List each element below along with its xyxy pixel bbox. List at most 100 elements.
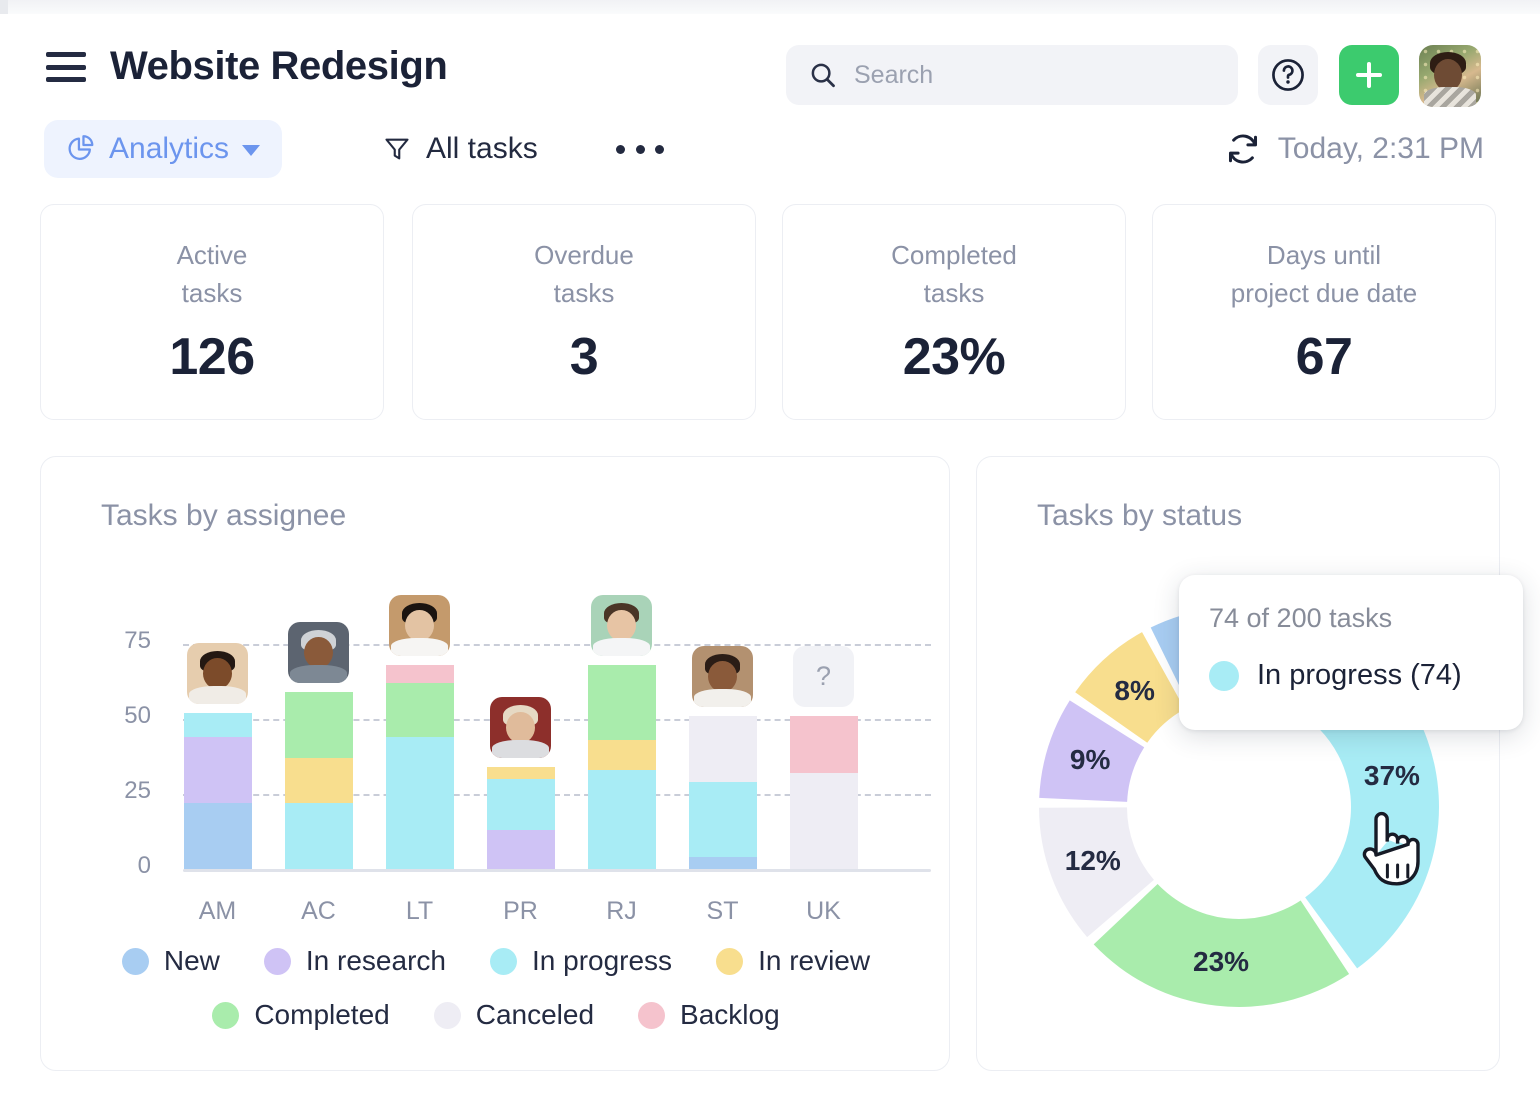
stat-value: 126 bbox=[169, 327, 255, 386]
assignee-avatar[interactable] bbox=[692, 646, 753, 707]
stat-label: Days until project due date bbox=[1230, 240, 1418, 308]
app-window: Website Redesign Search Analytics All ta… bbox=[0, 0, 1540, 1116]
bar-segment[interactable] bbox=[486, 767, 555, 779]
help-button[interactable] bbox=[1258, 45, 1318, 105]
bar-segment[interactable] bbox=[789, 773, 858, 869]
legend-item-backlog[interactable]: Backlog bbox=[638, 999, 780, 1031]
legend-label: Completed bbox=[254, 999, 390, 1030]
avatar[interactable] bbox=[1419, 45, 1481, 107]
bar-column[interactable] bbox=[587, 457, 656, 869]
x-axis-label: AC bbox=[301, 897, 336, 925]
assignee-avatar[interactable] bbox=[389, 595, 450, 656]
bar-segment[interactable] bbox=[183, 713, 252, 737]
legend-item-in-research[interactable]: In research bbox=[263, 945, 446, 977]
view-selector-label: Analytics bbox=[109, 132, 230, 165]
legend-item-completed[interactable]: Completed bbox=[212, 999, 390, 1031]
legend-swatch bbox=[121, 947, 149, 975]
add-button[interactable] bbox=[1339, 45, 1399, 105]
donut-slice-label: 37% bbox=[1363, 760, 1420, 792]
legend-label: In progress bbox=[531, 945, 673, 976]
avatar-shirt bbox=[593, 637, 650, 656]
legend-item-new[interactable]: New bbox=[121, 945, 220, 977]
window-edge bbox=[0, 0, 8, 14]
legend-swatch bbox=[263, 947, 291, 975]
bar-segment[interactable] bbox=[688, 782, 757, 857]
legend-label: New bbox=[163, 945, 220, 976]
bar-segment[interactable] bbox=[385, 665, 454, 683]
bar-column[interactable] bbox=[385, 457, 454, 869]
legend-item-canceled[interactable]: Canceled bbox=[433, 999, 595, 1031]
bar-segment[interactable] bbox=[284, 692, 353, 758]
stat-label: Completed tasks bbox=[891, 240, 1017, 308]
assignee-avatar[interactable] bbox=[591, 595, 652, 656]
donut-slice-label: 8% bbox=[1114, 675, 1155, 707]
legend-item-in-review[interactable]: In review bbox=[716, 945, 870, 977]
legend-label: Backlog bbox=[680, 999, 780, 1030]
hamburger-icon[interactable] bbox=[46, 52, 86, 82]
x-axis-label: RJ bbox=[606, 897, 637, 925]
plus-icon-vertical bbox=[1367, 62, 1371, 88]
refresh-status[interactable]: Today, 2:31 PM bbox=[1224, 120, 1484, 178]
stat-value: 67 bbox=[1295, 327, 1353, 386]
bar-segment[interactable] bbox=[587, 770, 656, 869]
chevron-down-icon bbox=[242, 145, 261, 156]
more-options-button[interactable] bbox=[616, 120, 664, 178]
bar-segment[interactable] bbox=[587, 665, 656, 740]
legend-swatch bbox=[489, 947, 517, 975]
stat-label: Overdue tasks bbox=[534, 240, 634, 308]
bar-segment[interactable] bbox=[587, 740, 656, 770]
donut-slice-label: 12% bbox=[1064, 845, 1121, 877]
bar-segment[interactable] bbox=[183, 737, 252, 803]
filter-label: All tasks bbox=[426, 132, 538, 165]
bar-segment[interactable] bbox=[688, 716, 757, 782]
bar-segment[interactable] bbox=[284, 803, 353, 869]
chart-baseline bbox=[183, 869, 931, 872]
bar-segment[interactable] bbox=[385, 737, 454, 869]
legend-item-in-progress[interactable]: In progress bbox=[489, 945, 673, 977]
tooltip-series-label: In progress (74) bbox=[1257, 659, 1462, 691]
chart-legend: New In research In progress In review Compl… bbox=[41, 945, 951, 1031]
assignee-avatar[interactable]: ? bbox=[793, 646, 854, 707]
bar-column[interactable] bbox=[486, 457, 555, 869]
bar-segment[interactable] bbox=[789, 716, 858, 773]
bar-segment[interactable] bbox=[183, 803, 252, 869]
x-axis-label: LT bbox=[405, 897, 434, 925]
y-axis-tick: 25 bbox=[124, 777, 151, 804]
legend-row-top: New In research In progress In review bbox=[41, 945, 951, 977]
bar-segment[interactable] bbox=[284, 758, 353, 803]
stat-card-completed-tasks[interactable]: Completed tasks 23% bbox=[782, 204, 1126, 420]
filter-button[interactable]: All tasks bbox=[382, 120, 538, 178]
toolbar: Analytics All tasks Today, 2:31 PM bbox=[0, 112, 1540, 186]
pie-chart-icon bbox=[68, 135, 94, 160]
search-input[interactable]: Search bbox=[786, 45, 1238, 105]
legend-row-bottom: Completed Canceled Backlog bbox=[41, 999, 951, 1031]
tooltip-series-row: In progress (74) bbox=[1209, 659, 1462, 692]
avatar-shirt bbox=[189, 685, 246, 704]
bar-segment[interactable] bbox=[486, 779, 555, 830]
legend-label: In review bbox=[758, 945, 871, 976]
tooltip-headline: 74 of 200 tasks bbox=[1209, 603, 1393, 633]
bar-segment[interactable] bbox=[385, 683, 454, 737]
stat-card-active-tasks[interactable]: Active tasks 126 bbox=[40, 204, 384, 420]
view-selector-analytics[interactable]: Analytics bbox=[44, 120, 283, 178]
stat-card-overdue-tasks[interactable]: Overdue tasks 3 bbox=[412, 204, 756, 420]
assignee-avatar[interactable] bbox=[187, 643, 248, 704]
legend-swatch bbox=[212, 1001, 240, 1029]
assignee-avatar[interactable] bbox=[490, 697, 551, 758]
legend-swatch bbox=[716, 947, 744, 975]
avatar-face bbox=[1433, 58, 1463, 91]
bar-segment[interactable] bbox=[688, 857, 757, 869]
bar-segment[interactable] bbox=[486, 830, 555, 869]
search-placeholder: Search bbox=[854, 60, 934, 89]
panel-tasks-by-assignee: Tasks by assignee 0 25 50 75 AM AC LT PR RJ ST? UK… bbox=[40, 456, 950, 1071]
bar-chart[interactable]: 0 25 50 75 AM AC LT PR RJ ST? UK bbox=[41, 457, 951, 937]
legend-label: In research bbox=[305, 945, 446, 976]
avatar-shirt bbox=[492, 739, 549, 758]
funnel-icon bbox=[385, 138, 409, 160]
window-top-strip bbox=[0, 0, 1540, 14]
y-axis-tick: 0 bbox=[137, 852, 151, 879]
stat-card-days-until-due[interactable]: Days until project due date 67 bbox=[1152, 204, 1496, 420]
assignee-avatar[interactable] bbox=[288, 622, 349, 683]
refresh-icon bbox=[1228, 134, 1257, 164]
legend-label: Canceled bbox=[475, 999, 595, 1030]
